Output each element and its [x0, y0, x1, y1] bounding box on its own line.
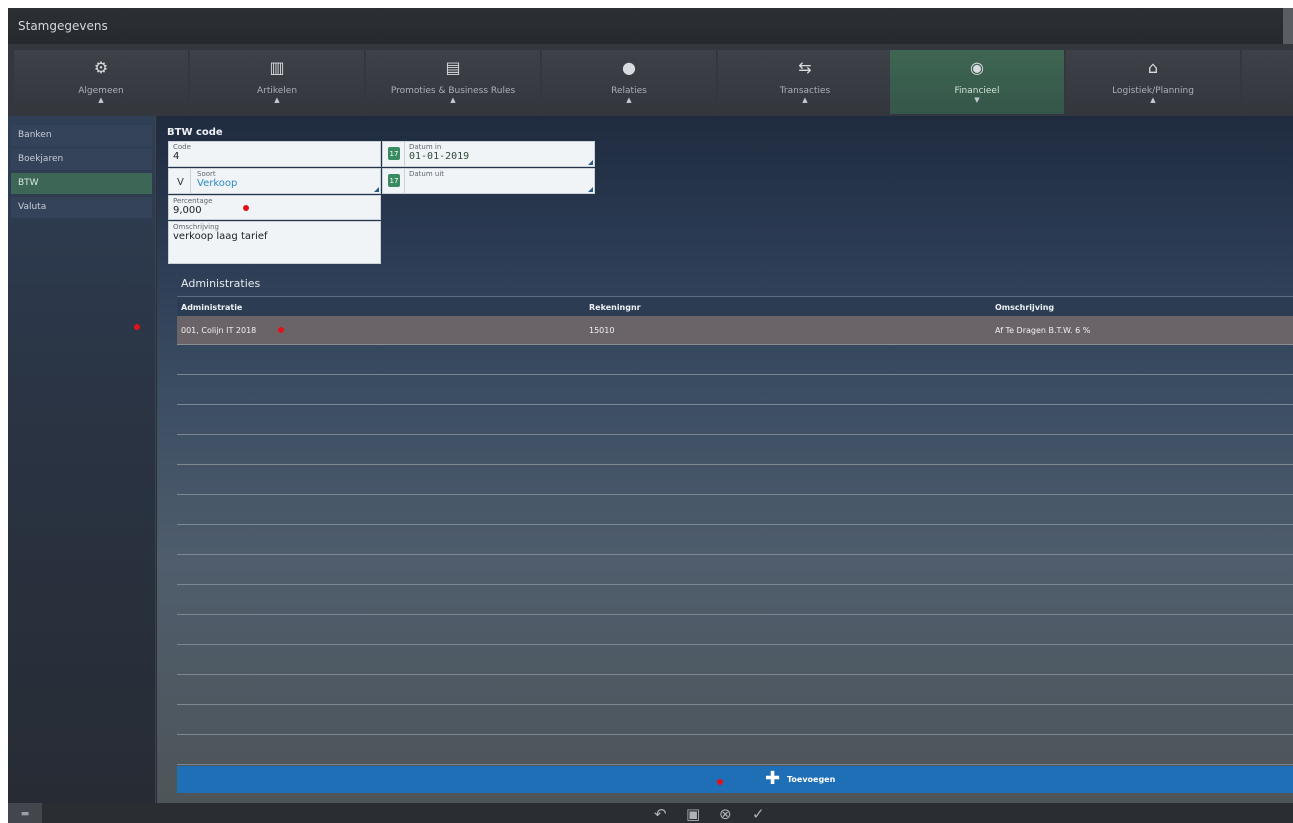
- caret-up-icon: ▲: [626, 96, 632, 104]
- sidebar-item-btw[interactable]: BTW: [11, 173, 152, 194]
- caret-up-icon: ▲: [98, 96, 104, 104]
- nav-tile-logistiek[interactable]: ⌂ Logistiek/Planning ▲: [1066, 50, 1240, 114]
- code-label: Code: [173, 143, 191, 151]
- caret-up-icon: ▲: [274, 96, 280, 104]
- caret-up-icon: ▲: [802, 96, 808, 104]
- nav-tile-transacties[interactable]: ⇆ Transacties ▲: [718, 50, 892, 114]
- datum-in-label: Datum in: [409, 143, 442, 151]
- finance-icon: ◉: [970, 58, 984, 77]
- title-bar: Stamgegevens: [8, 8, 1293, 44]
- soort-label: Soort: [197, 170, 216, 178]
- administraties-title: Administraties: [181, 277, 261, 290]
- cell-rekeningnr: 15010: [589, 326, 615, 335]
- empty-row: [177, 675, 1293, 705]
- gears-icon: ⚙: [93, 58, 109, 77]
- nav-tile-artikelen[interactable]: ▥ Artikelen ▲: [190, 50, 364, 114]
- datum-uit-label: Datum uit: [409, 170, 445, 178]
- administraties-table: Administratie Rekeningnr Omschrijving 00…: [177, 296, 1293, 765]
- empty-row: [177, 375, 1293, 405]
- omschrijving-value: verkoop laag tarief: [173, 231, 268, 242]
- person-icon: ●: [622, 58, 636, 77]
- undo-icon[interactable]: ↶: [654, 806, 667, 823]
- nav-tile-label: Transacties: [779, 86, 831, 96]
- soort-field[interactable]: V Soort Verkoop: [168, 168, 381, 194]
- empty-row: [177, 435, 1293, 465]
- soort-prefix: V: [177, 177, 184, 188]
- caret-up-icon: ▲: [450, 96, 456, 104]
- code-field[interactable]: Code 4: [168, 141, 381, 167]
- add-button-label: Toevoegen: [787, 775, 836, 784]
- window-title: Stamgegevens: [18, 19, 108, 33]
- confirm-icon[interactable]: ✓: [752, 806, 765, 823]
- column-header[interactable]: Omschrijving: [995, 303, 1054, 312]
- marker-dot: [134, 324, 140, 330]
- percentage-label: Percentage: [173, 197, 213, 205]
- empty-row: [177, 555, 1293, 585]
- sidebar-item-boekjaren[interactable]: Boekjaren: [11, 149, 152, 170]
- empty-row: [177, 495, 1293, 525]
- empty-row: [177, 735, 1293, 765]
- soort-value[interactable]: Verkoop: [197, 178, 237, 189]
- sidebar: Banken Boekjaren BTW Valuta: [8, 116, 156, 803]
- cell-omschrijving: Af Te Dragen B.T.W. 6 %: [995, 326, 1091, 335]
- empty-row: [177, 405, 1293, 435]
- nav-tile-label: Artikelen: [256, 86, 298, 96]
- code-value: 4: [173, 151, 180, 162]
- transfer-arrows-icon: ⇆: [798, 58, 812, 77]
- caret-down-icon: ▼: [974, 96, 980, 104]
- warehouse-icon: ⌂: [1147, 58, 1159, 77]
- nav-tile-financieel[interactable]: ◉ Financieel ▼: [890, 50, 1064, 114]
- bottom-toolbar: ▬ ↶ ▣ ⊗ ✓: [8, 803, 1293, 823]
- percentage-value: 9,000: [173, 205, 202, 216]
- app-window: Stamgegevens ⚙ Algemeen ▲ ▥ Artikelen ▲ …: [8, 8, 1293, 823]
- add-button[interactable]: ✚ Toevoegen: [177, 766, 1293, 793]
- marker-dot: [278, 327, 284, 333]
- omschrijving-field[interactable]: Omschrijving verkoop laag tarief: [168, 221, 381, 264]
- module-nav: ⚙ Algemeen ▲ ▥ Artikelen ▲ ▤ Promoties &…: [8, 44, 1293, 116]
- datum-uit-field[interactable]: 17 Datum uit: [382, 168, 595, 194]
- sidebar-item-valuta[interactable]: Valuta: [11, 197, 152, 218]
- nav-tile-label: Financieel: [954, 86, 1000, 96]
- sidebar-item-banken[interactable]: Banken: [11, 125, 152, 146]
- marker-dot: [243, 205, 249, 211]
- main-panel: BTW code Code 4 17 Datum in 01-01-2019 V…: [157, 116, 1293, 803]
- nav-tile-promoties[interactable]: ▤ Promoties & Business Rules ▲: [366, 50, 540, 114]
- empty-row: [177, 645, 1293, 675]
- empty-row: [177, 705, 1293, 735]
- nav-tile-label: Logistiek/Planning: [1112, 86, 1194, 96]
- barcode-icon: ▥: [269, 58, 285, 77]
- marker-dot: [717, 779, 723, 785]
- empty-row: [177, 615, 1293, 645]
- nav-tile-label: Algemeen: [78, 86, 124, 96]
- nav-tile-label: Relaties: [611, 86, 647, 96]
- window-scrollbar[interactable]: [1283, 8, 1293, 44]
- nav-tile-relaties[interactable]: ● Relaties ▲: [542, 50, 716, 114]
- promotion-icon: ▤: [445, 58, 461, 77]
- table-row[interactable]: 001, Colijn IT 2018 15010 Af Te Dragen B…: [177, 316, 1293, 345]
- cart-icon[interactable]: ▬: [8, 803, 42, 823]
- column-header[interactable]: Rekeningnr: [589, 303, 641, 312]
- cell-administratie: 001, Colijn IT 2018: [181, 326, 257, 335]
- save-icon[interactable]: ▣: [686, 806, 700, 823]
- cancel-icon[interactable]: ⊗: [719, 806, 732, 823]
- omschrijving-label: Omschrijving: [173, 223, 219, 231]
- column-header[interactable]: Administratie: [181, 303, 242, 312]
- empty-row: [177, 345, 1293, 375]
- percentage-field[interactable]: Percentage 9,000: [168, 195, 381, 220]
- empty-row: [177, 465, 1293, 495]
- datum-in-field[interactable]: 17 Datum in 01-01-2019: [382, 141, 595, 167]
- form-title: BTW code: [167, 127, 223, 138]
- nav-tile-label: Promoties & Business Rules: [390, 86, 516, 96]
- plus-icon: ✚: [765, 768, 781, 789]
- nav-tile-algemeen[interactable]: ⚙ Algemeen ▲: [14, 50, 188, 114]
- empty-row: [177, 585, 1293, 615]
- caret-up-icon: ▲: [1150, 96, 1156, 104]
- calendar-icon[interactable]: 17: [388, 174, 400, 187]
- calendar-icon[interactable]: 17: [388, 147, 400, 160]
- table-header: Administratie Rekeningnr Omschrijving: [177, 296, 1293, 316]
- nav-tile-overflow[interactable]: [1242, 50, 1293, 114]
- empty-row: [177, 525, 1293, 555]
- datum-in-value: 01-01-2019: [409, 151, 470, 162]
